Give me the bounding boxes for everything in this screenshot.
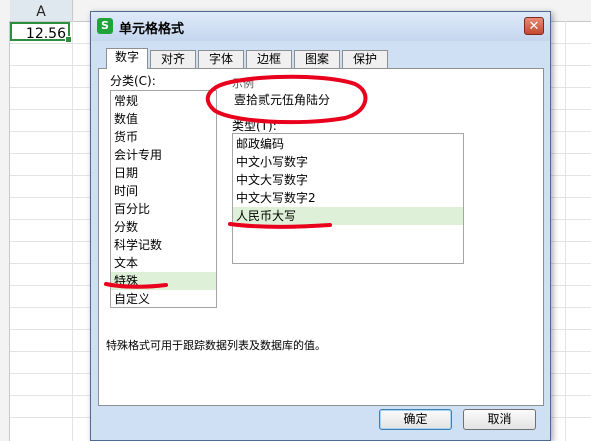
category-item[interactable]: 文本 xyxy=(111,254,216,272)
type-list[interactable]: 邮政编码 中文小写数字 中文大写数字 中文大写数字2 人民币大写 xyxy=(232,133,464,264)
close-button[interactable]: ✕ xyxy=(524,17,544,35)
tab-number[interactable]: 数字 xyxy=(106,48,148,69)
ok-button[interactable]: 确定 xyxy=(379,409,452,430)
category-item[interactable]: 常规 xyxy=(111,92,216,110)
type-item[interactable]: 邮政编码 xyxy=(233,135,463,153)
dialog-title: 单元格格式 xyxy=(119,22,185,37)
category-item[interactable]: 百分比 xyxy=(111,200,216,218)
format-cells-dialog: S 单元格格式 ✕ 数字 对齐 字体 边框 图案 保护 分类(C): 常规 数值… xyxy=(90,11,551,441)
type-item-selected[interactable]: 人民币大写 xyxy=(233,207,463,225)
row-header-bar xyxy=(0,21,10,441)
type-item[interactable]: 中文小写数字 xyxy=(233,153,463,171)
tab-alignment[interactable]: 对齐 xyxy=(150,50,196,68)
dialog-titlebar[interactable]: S 单元格格式 ✕ xyxy=(91,12,550,41)
category-label: 分类(C): xyxy=(110,74,156,88)
category-item[interactable]: 自定义 xyxy=(111,290,216,308)
category-item[interactable]: 时间 xyxy=(111,182,216,200)
type-label: 类型(T): xyxy=(232,119,277,133)
cell-value: 12.56 xyxy=(25,26,66,42)
tab-border[interactable]: 边框 xyxy=(246,50,292,68)
category-item[interactable]: 会计专用 xyxy=(111,146,216,164)
type-item[interactable]: 中文大写数字2 xyxy=(233,189,463,207)
wps-app-icon: S xyxy=(97,18,113,34)
category-list[interactable]: 常规 数值 货币 会计专用 日期 时间 百分比 分数 科学记数 文本 特殊 自定… xyxy=(110,90,217,308)
format-description: 特殊格式可用于跟踪数据列表及数据库的值。 xyxy=(106,339,326,352)
sample-preview: 壹拾贰元伍角陆分 xyxy=(234,93,331,107)
category-item[interactable]: 数值 xyxy=(111,110,216,128)
tab-protection[interactable]: 保护 xyxy=(342,50,388,68)
fill-handle[interactable] xyxy=(65,36,72,43)
type-item[interactable]: 中文大写数字 xyxy=(233,171,463,189)
tab-font[interactable]: 字体 xyxy=(198,50,244,68)
category-item-selected[interactable]: 特殊 xyxy=(111,272,216,290)
category-item[interactable]: 科学记数 xyxy=(111,236,216,254)
number-tab-panel: 分类(C): 常规 数值 货币 会计专用 日期 时间 百分比 分数 科学记数 文… xyxy=(98,68,544,406)
column-header-a[interactable]: A xyxy=(10,0,73,21)
category-item[interactable]: 分数 xyxy=(111,218,216,236)
cancel-button[interactable]: 取消 xyxy=(463,409,536,430)
selected-cell-a1[interactable]: 12.56 xyxy=(10,22,72,43)
tab-patterns[interactable]: 图案 xyxy=(294,50,340,68)
category-item[interactable]: 货币 xyxy=(111,128,216,146)
category-item[interactable]: 日期 xyxy=(111,164,216,182)
